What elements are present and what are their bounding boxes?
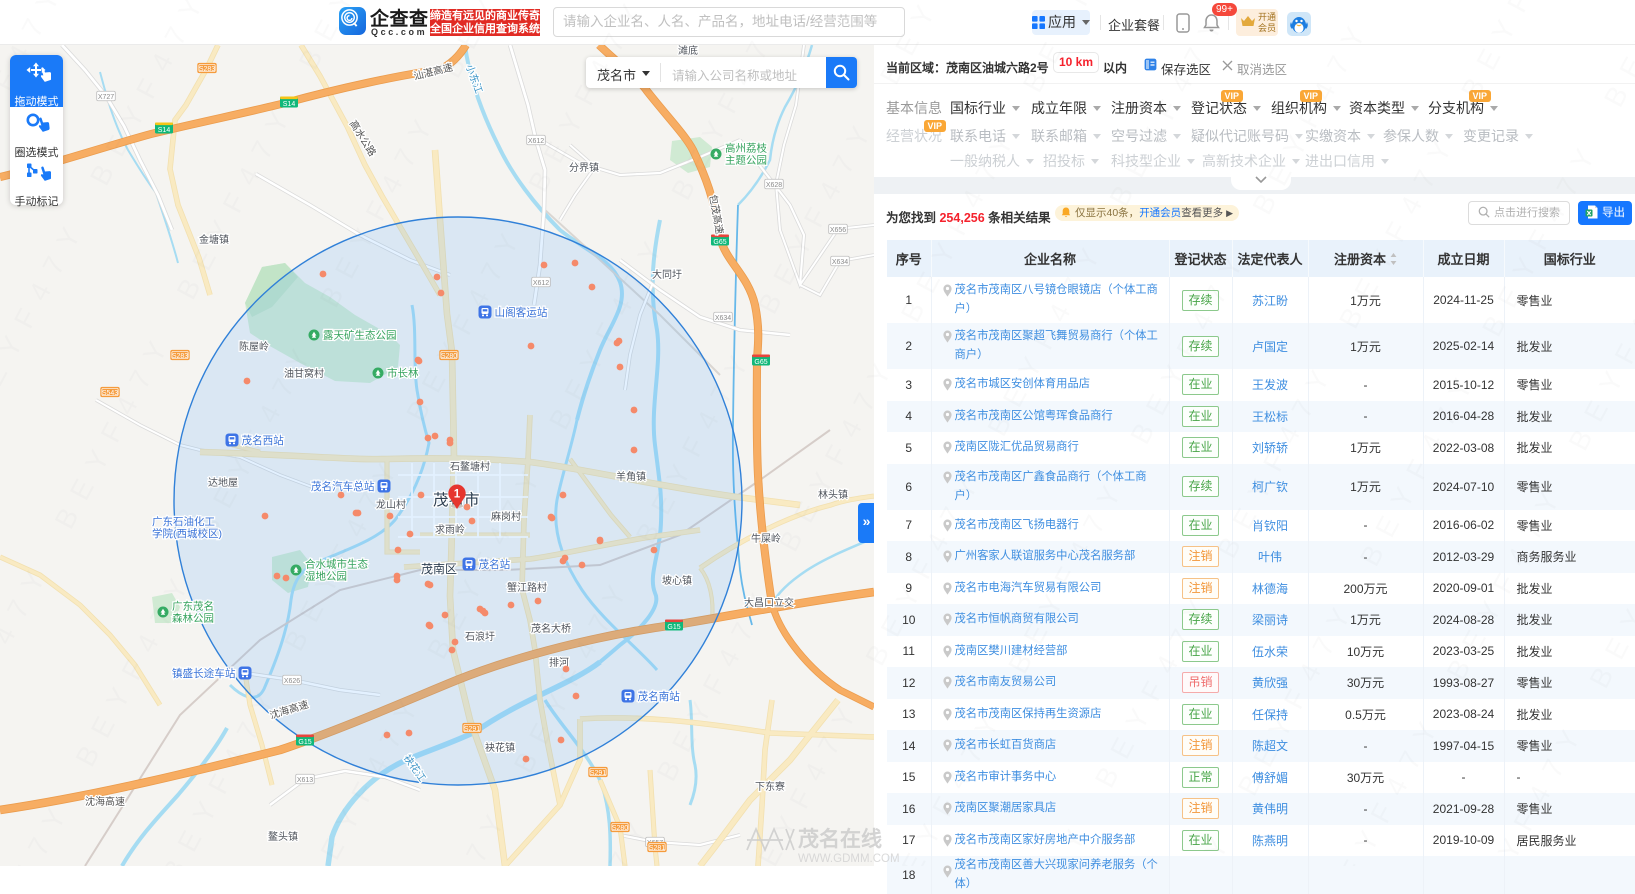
svg-text:S291: S291 [464,726,480,733]
svg-text:S14: S14 [283,101,296,108]
svg-text:湿地公园: 湿地公园 [305,570,347,583]
svg-text:X656: X656 [830,227,846,234]
svg-text:高州荔枝: 高州荔枝 [725,142,767,155]
svg-text:石浪圩: 石浪圩 [465,630,495,643]
svg-text:X628: X628 [766,182,782,189]
svg-text:大同圩: 大同圩 [652,268,682,281]
svg-text:G65: G65 [713,239,726,246]
svg-text:S280: S280 [441,353,457,360]
svg-text:S291: S291 [590,770,606,777]
svg-text:广东茂名: 广东茂名 [172,600,214,613]
svg-text:市长林: 市长林 [387,367,419,380]
svg-text:羊角镇: 羊角镇 [616,470,646,483]
svg-text:林头镇: 林头镇 [818,488,848,501]
svg-text:X727: X727 [98,94,114,101]
svg-text:X634: X634 [715,315,731,322]
svg-text:油甘窝村: 油甘窝村 [284,367,324,380]
svg-text:求雨岭: 求雨岭 [435,523,465,536]
svg-text:滩底: 滩底 [678,45,698,57]
svg-text:S543: S543 [102,390,118,397]
svg-text:学院(西城校区): 学院(西城校区) [152,527,222,540]
svg-text:X613: X613 [297,777,313,784]
svg-text:S14: S14 [158,127,171,134]
svg-text:G65: G65 [754,359,767,366]
svg-text:达地屋: 达地屋 [208,476,238,489]
svg-text:坡心镇: 坡心镇 [662,574,692,587]
svg-text:G15: G15 [298,739,311,746]
svg-text:S281: S281 [649,845,665,852]
svg-text:S283: S283 [199,66,215,73]
svg-text:S280: S280 [612,825,628,832]
svg-text:茂名站: 茂名站 [479,558,511,571]
svg-text:X612: X612 [528,138,544,145]
svg-text:山阁客运站: 山阁客运站 [495,306,548,319]
svg-text:下东寮: 下东寮 [755,780,785,793]
svg-text:茂名南站: 茂名南站 [638,690,681,703]
svg-text:金塘镇: 金塘镇 [199,233,229,246]
svg-text:牛屎岭: 牛屎岭 [751,532,781,545]
svg-text:X626: X626 [284,678,300,685]
svg-text:石鳌塘村: 石鳌塘村 [450,460,490,473]
svg-text:森林公园: 森林公园 [172,612,214,625]
svg-text:麻岗村: 麻岗村 [491,510,521,523]
svg-text:蟹江路村: 蟹江路村 [507,581,547,594]
svg-text:分界镇: 分界镇 [569,161,599,174]
svg-text:G15: G15 [667,624,680,631]
svg-text:沈海高速: 沈海高速 [85,795,125,808]
svg-text:袂花镇: 袂花镇 [485,741,515,754]
svg-text:茂名汽车总站: 茂名汽车总站 [311,480,375,493]
svg-text:1: 1 [454,489,461,501]
svg-text:茂名大桥: 茂名大桥 [531,622,571,635]
svg-text:广东石油化工: 广东石油化工 [152,515,215,528]
svg-text:大昌口立交: 大昌口立交 [744,596,794,609]
svg-text:茂南区: 茂南区 [421,561,457,576]
svg-text:X634: X634 [832,259,848,266]
svg-text:合水城市生态: 合水城市生态 [305,558,368,571]
svg-text:鳌头镇: 鳌头镇 [268,830,298,843]
svg-text:主题公园: 主题公园 [725,155,767,167]
svg-text:龙山村: 龙山村 [376,498,406,511]
svg-text:陈屋岭: 陈屋岭 [239,340,269,353]
svg-text:茂名西站: 茂名西站 [242,434,285,447]
svg-text:镇盛长途车站: 镇盛长途车站 [172,667,236,680]
svg-text:X612: X612 [533,280,549,287]
svg-text:S283: S283 [172,353,188,360]
svg-text:露天矿生态公园: 露天矿生态公园 [323,329,397,342]
